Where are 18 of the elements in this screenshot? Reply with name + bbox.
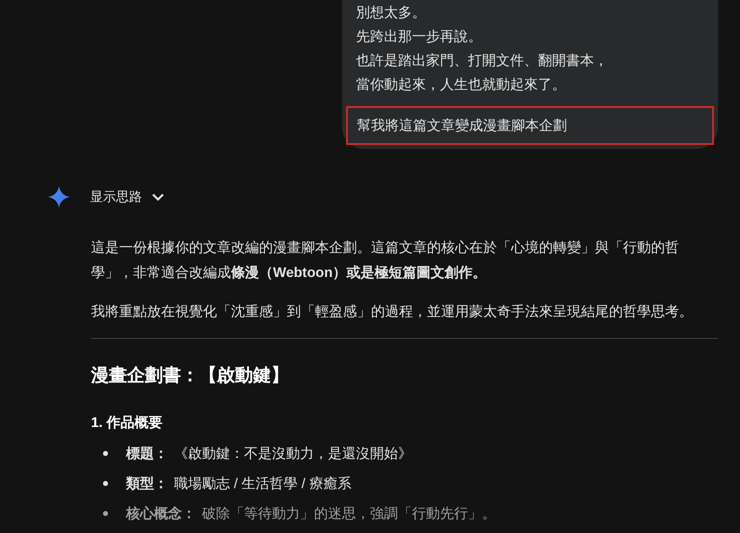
message-line: 別想太多。 — [356, 3, 427, 22]
plan-heading: 漫畫企劃書：【啟動鍵】 — [91, 364, 290, 387]
bullet-icon — [103, 450, 108, 456]
response-paragraph: 這是一份根據你的文章改編的漫畫腳本企劃。這篇文章的核心在於「心境的轉變」與「行動的哲學」，非常適合改編成條漫（Webtoon）或是極短篇圖文創作。 — [91, 238, 680, 282]
message-line: 先跨出那一步再說。 — [356, 27, 483, 46]
request-text: 幫我將這篇文章變成漫畫腳本企劃 — [357, 117, 567, 133]
sparkle-icon — [48, 186, 70, 208]
message-line: 也許是踏出家門、打開文件、翻開書本， — [356, 51, 609, 70]
show-thinking-toggle[interactable]: 显示思路 — [90, 187, 164, 207]
bullet-icon — [103, 510, 108, 516]
chevron-icon — [152, 193, 164, 201]
section-heading: 1. 作品概要 — [91, 413, 164, 432]
message-line: 當你動起來，人生也就動起來了。 — [356, 75, 567, 94]
response-paragraph: 我將重點放在視覺化「沈重感」到「輕盈感」的過程，並運用蒙太奇手法來呈現結尾的哲學思考。 — [91, 302, 694, 321]
list-item-text: 標題： 《啟動鍵：不是沒動力，是還沒開始》 — [126, 444, 412, 462]
bullet-icon — [103, 480, 108, 486]
list-item-text: 核心概念： 破除「等待動力」的迷思，強調「行動先行」。 — [126, 504, 496, 522]
list-item-text: 類型： 職場勵志 / 生活哲學 / 療癒系 — [126, 474, 352, 493]
